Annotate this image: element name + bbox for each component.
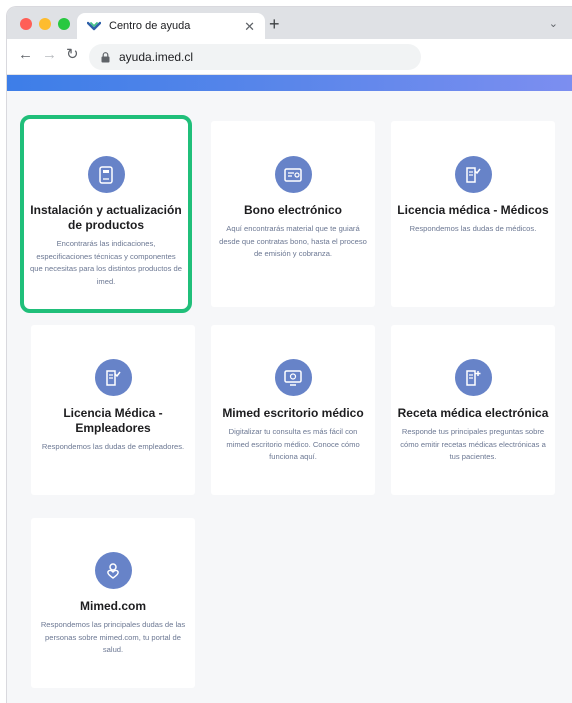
- document-check-icon: [454, 156, 492, 193]
- card-description: Respondemos las dudas de médicos.: [409, 224, 537, 233]
- card-bono-electronico[interactable]: Bono electrónico Aquí encontrarás materi…: [211, 121, 375, 307]
- forward-button[interactable]: →: [42, 47, 57, 62]
- lock-icon: [101, 51, 110, 62]
- close-window-button[interactable]: [20, 18, 32, 30]
- card-instalacion[interactable]: Instalación y actualización de productos…: [20, 115, 192, 313]
- card-title: Receta médica electrónica: [397, 406, 549, 420]
- card-description: Respondemos las dudas de empleadores.: [41, 442, 185, 451]
- card-receta-medica[interactable]: Receta médica electrónica Responde tus p…: [391, 325, 555, 495]
- card-title: Instalación y actualización de productos: [30, 203, 182, 232]
- card-description: Responde tus principales preguntas sobre…: [400, 427, 546, 461]
- card-description: Respondemos las principales dudas de las…: [40, 620, 186, 654]
- tab-strip: Centro de ayuda ✕ + ⌄: [7, 7, 572, 39]
- address-bar[interactable]: ayuda.imed.cl: [89, 44, 421, 70]
- card-description: Aquí encontrarás material que te guiará …: [219, 224, 367, 258]
- card-licencia-medicos[interactable]: Licencia médica - Médicos Respondemos la…: [391, 121, 555, 307]
- certificate-icon: [274, 156, 312, 193]
- card-mimed-escritorio[interactable]: Mimed escritorio médico Digitalizar tu c…: [211, 325, 375, 495]
- imed-favicon-icon: [87, 21, 101, 31]
- card-licencia-empleadores[interactable]: Licencia Médica - Empleadores Respondemo…: [31, 325, 195, 495]
- monitor-icon: [274, 359, 312, 396]
- reload-button[interactable]: ↻: [66, 47, 79, 62]
- chevron-down-icon[interactable]: ⌄: [549, 17, 558, 30]
- browser-toolbar: ← → ↻ ayuda.imed.cl: [7, 39, 572, 75]
- minimize-window-button[interactable]: [39, 18, 51, 30]
- device-icon: [87, 156, 125, 193]
- document-plus-icon: [454, 359, 492, 396]
- browser-window: Centro de ayuda ✕ + ⌄ ← → ↻ ayuda.imed.c…: [6, 6, 572, 703]
- tab-close-icon[interactable]: ✕: [244, 20, 255, 33]
- maximize-window-button[interactable]: [58, 18, 70, 30]
- url-text: ayuda.imed.cl: [119, 50, 194, 64]
- header-banner: [7, 75, 572, 91]
- back-button[interactable]: ←: [18, 47, 33, 62]
- card-title: Bono electrónico: [243, 203, 342, 217]
- tab-title: Centro de ayuda: [109, 20, 191, 32]
- card-title: Mimed.com: [79, 599, 146, 613]
- new-tab-button[interactable]: +: [269, 15, 280, 33]
- card-description: Encontrarás las indicaciones, especifica…: [30, 239, 182, 286]
- card-mimed-com[interactable]: Mimed.com Respondemos las principales du…: [31, 518, 195, 688]
- card-description: Digitalizar tu consulta es más fácil con…: [226, 427, 360, 461]
- document-check-icon: [94, 359, 132, 396]
- card-title: Mimed escritorio médico: [222, 406, 364, 420]
- card-title: Licencia médica - Médicos: [397, 203, 549, 217]
- user-heart-icon: [94, 552, 132, 589]
- card-title: Licencia Médica - Empleadores: [63, 406, 163, 435]
- tab-centro-de-ayuda[interactable]: Centro de ayuda ✕: [77, 13, 265, 39]
